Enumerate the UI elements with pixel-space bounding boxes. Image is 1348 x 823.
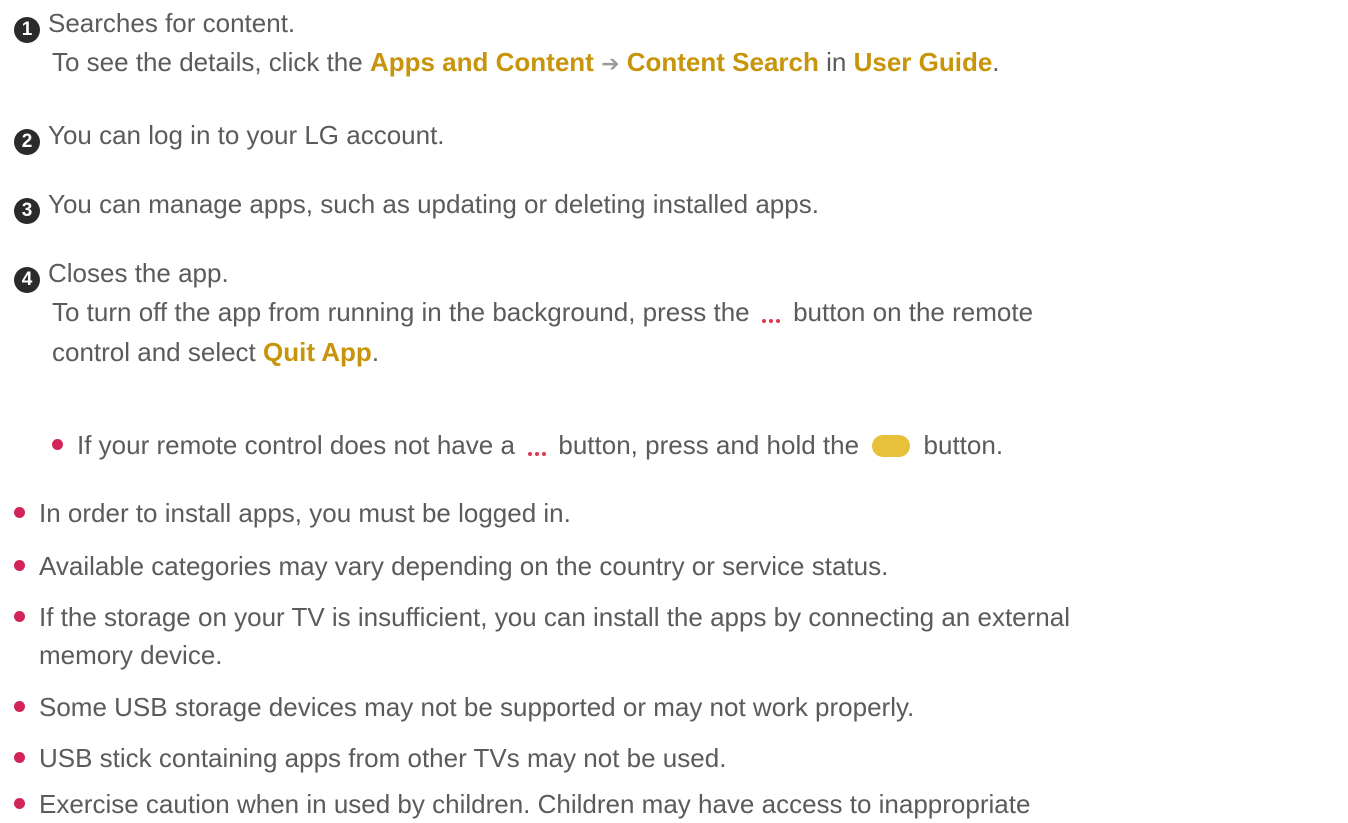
note-3-text-cont: memory device.	[39, 640, 223, 670]
sub-note-text: If your remote control does not have a	[77, 430, 515, 460]
note-4: Some USB storage devices may not be supp…	[14, 688, 1338, 726]
step-4-detail-line2-text: control and select	[52, 337, 264, 368]
note-4-text: Some USB storage devices may not be supp…	[39, 692, 915, 722]
step-3: 3 You can manage apps, such as updating o…	[14, 185, 1338, 224]
three-dots-icon	[526, 428, 547, 466]
step-1-detail-end: .	[992, 47, 1000, 77]
number-1-icon: 1	[14, 17, 40, 43]
sub-note-mid: button, press and hold the	[558, 430, 860, 460]
step-3-text: You can manage apps, such as updating or…	[48, 189, 819, 219]
note-1-text: In order to install apps, you must be lo…	[39, 498, 571, 528]
bullet-icon	[52, 439, 63, 450]
step-4: 4 Closes the app. To turn off the app fro…	[14, 254, 1338, 371]
step-1-detail-mid: in	[818, 47, 854, 77]
bullet-icon	[14, 752, 25, 763]
bullet-icon	[14, 798, 25, 809]
step-4-detail-text: To turn off the app from running in the …	[52, 297, 750, 327]
bullet-icon	[14, 701, 25, 712]
step-2: 2 You can log in to your LG account.	[14, 116, 1338, 155]
step-4-detail-line1: To turn off the app from running in the …	[14, 293, 1338, 333]
note-2: Available categories may vary depending …	[14, 547, 1338, 585]
number-4-icon: 4	[14, 267, 40, 293]
note-3-text: If the storage on your TV is insufficien…	[39, 602, 1070, 632]
user-guide-link[interactable]: User Guide	[854, 47, 993, 77]
arrow-right-icon: ➔	[601, 51, 620, 76]
step-1-detail-text: To see the details, click the	[52, 47, 370, 77]
yellow-button-icon	[872, 435, 911, 457]
help-page: 1 Searches for content. To see the detail…	[0, 0, 1348, 819]
apps-and-content-link[interactable]: Apps and Content	[370, 47, 594, 77]
step-4-detail-line2: control and select Quit App.	[14, 333, 1338, 371]
note-5-text: USB stick containing apps from other TVs…	[39, 743, 727, 773]
note-3: If the storage on your TV is insufficien…	[14, 598, 1338, 674]
sub-note-end: button.	[923, 430, 1004, 460]
step-4-detail-line2-end: .	[371, 337, 380, 368]
three-dots-icon	[761, 295, 782, 333]
step-1-detail: To see the details, click the Apps and C…	[14, 43, 1338, 83]
note-6-text: Exercise caution when in used by childre…	[39, 789, 1031, 819]
step-4-text: Closes the app.	[48, 258, 229, 288]
note-6: Exercise caution when in used by childre…	[14, 785, 1338, 823]
number-2-icon: 2	[14, 129, 40, 155]
sub-note: If your remote control does not have a b…	[52, 426, 1338, 466]
step-1: 1 Searches for content. To see the detail…	[14, 4, 1338, 83]
bullet-icon	[14, 507, 25, 518]
number-3-icon: 3	[14, 198, 40, 224]
step-2-text: You can log in to your LG account.	[48, 120, 445, 150]
quit-app-link[interactable]: Quit App	[263, 337, 372, 367]
bullet-icon	[14, 560, 25, 571]
note-1: In order to install apps, you must be lo…	[14, 494, 1338, 532]
bullet-icon	[14, 611, 25, 622]
note-2-text: Available categories may vary depending …	[39, 551, 889, 581]
step-1-text: Searches for content.	[48, 8, 296, 38]
step-4-detail-post: button on the remote	[793, 297, 1034, 327]
note-5: USB stick containing apps from other TVs…	[14, 739, 1338, 777]
content-search-link[interactable]: Content Search	[627, 47, 819, 77]
